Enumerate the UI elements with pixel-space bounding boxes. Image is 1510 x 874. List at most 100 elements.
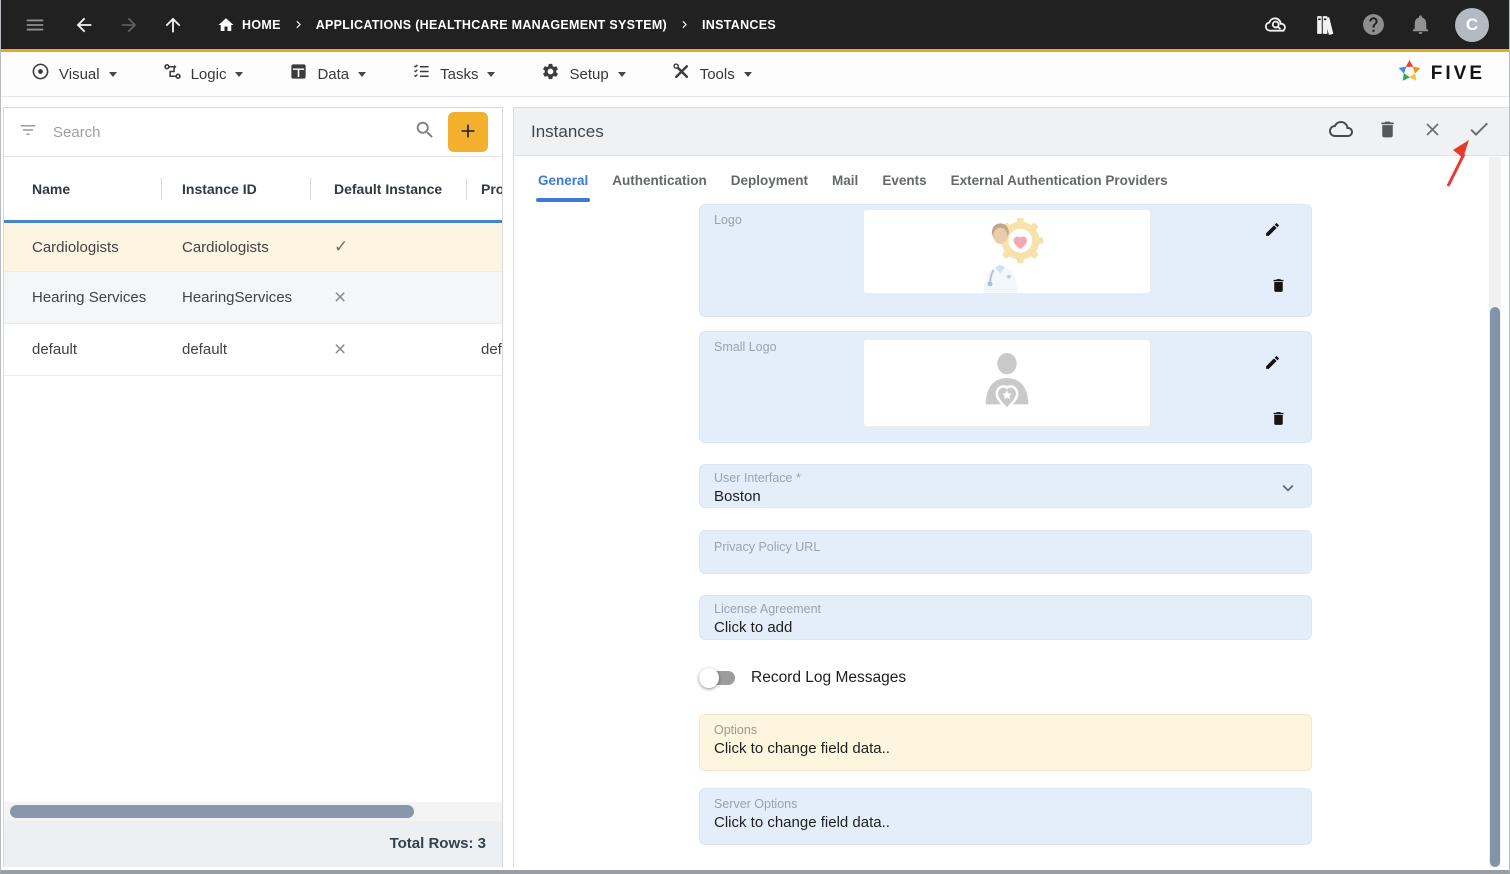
privacy-policy-url-label: Privacy Policy URL: [714, 540, 1297, 554]
user-avatar[interactable]: C: [1455, 8, 1489, 42]
up-arrow-icon[interactable]: [162, 14, 184, 36]
record-log-messages-label: Record Log Messages: [751, 669, 906, 687]
tab-content: Logo: [514, 204, 1509, 867]
detail-tabs: General Authentication Deployment Mail E…: [514, 156, 1509, 204]
help-icon[interactable]: [1361, 12, 1386, 37]
server-options-label: Server Options: [714, 797, 1297, 811]
close-icon[interactable]: [1422, 119, 1443, 145]
search-icon[interactable]: [414, 119, 436, 146]
dropdown-caret-icon: [109, 72, 117, 77]
row-name: Hearing Services: [32, 289, 182, 306]
logo-field-label: Logo: [714, 213, 742, 227]
dropdown-caret-icon: [487, 72, 495, 77]
five-brand: FIVE: [1396, 58, 1485, 90]
filter-icon[interactable]: [18, 120, 38, 145]
menu-tools-label: Tools: [700, 66, 735, 83]
column-divider: [161, 178, 162, 200]
record-log-messages-toggle[interactable]: [699, 668, 735, 688]
options-label: Options: [714, 723, 1297, 737]
plus-icon: [457, 120, 479, 145]
delete-logo-icon[interactable]: [1270, 277, 1287, 299]
tab-external-auth-providers[interactable]: External Authentication Providers: [939, 156, 1180, 204]
cloud-search-icon[interactable]: [1263, 11, 1290, 38]
row-instance-id: Cardiologists: [182, 239, 334, 256]
menu-icon[interactable]: [24, 14, 46, 36]
notifications-bell-icon[interactable]: [1409, 13, 1432, 36]
vertical-scrollbar[interactable]: [1489, 157, 1501, 867]
menu-logic[interactable]: Logic: [163, 62, 244, 86]
server-options-field[interactable]: Server Options Click to change field dat…: [699, 788, 1312, 845]
person-heart-logo-image: [973, 351, 1041, 415]
breadcrumb-applications[interactable]: APPLICATIONS (HEALTHCARE MANAGEMENT SYST…: [316, 18, 667, 32]
menu-data-label: Data: [317, 66, 349, 83]
logo-image-preview[interactable]: [863, 209, 1151, 294]
options-field[interactable]: Options Click to change field data..: [699, 714, 1312, 771]
table-row[interactable]: default default × defa: [4, 324, 502, 376]
column-header-prod[interactable]: Pro: [481, 181, 502, 197]
column-header-instance-id[interactable]: Instance ID: [182, 181, 334, 197]
table-header: Name Instance ID Default Instance Pro: [4, 157, 502, 220]
tools-icon: [672, 62, 691, 86]
menu-bar: Visual Logic Data Tasks Setup Tools: [1, 52, 1509, 97]
user-interface-select[interactable]: User Interface * Boston: [699, 464, 1312, 508]
column-header-default-instance[interactable]: Default Instance: [334, 181, 481, 197]
menu-setup[interactable]: Setup: [541, 62, 625, 86]
user-interface-value: Boston: [714, 488, 1297, 505]
menu-tasks[interactable]: Tasks: [412, 62, 495, 86]
vertical-scrollbar-thumb[interactable]: [1490, 307, 1500, 867]
license-agreement-field[interactable]: License Agreement Click to add: [699, 595, 1312, 640]
row-instance-id: default: [182, 341, 334, 358]
logo-field: Logo: [699, 204, 1312, 317]
panel-title: Instances: [531, 122, 604, 142]
save-check-icon[interactable]: [1467, 117, 1491, 146]
license-agreement-label: License Agreement: [714, 602, 1297, 616]
dropdown-caret-icon: [235, 72, 243, 77]
small-logo-image-preview[interactable]: [863, 339, 1151, 427]
chevron-right-icon: [677, 17, 692, 32]
cross-icon: ×: [334, 287, 481, 308]
server-options-value: Click to change field data..: [714, 814, 1297, 831]
menu-tools[interactable]: Tools: [672, 62, 752, 86]
small-logo-field-label: Small Logo: [714, 340, 777, 354]
library-books-icon[interactable]: [1313, 12, 1338, 37]
horizontal-scrollbar[interactable]: [4, 802, 502, 821]
breadcrumb-home[interactable]: HOME: [217, 16, 281, 34]
home-icon: [217, 16, 235, 34]
row-name: default: [32, 341, 182, 358]
logic-icon: [163, 62, 182, 86]
forward-arrow-icon[interactable]: [118, 14, 140, 36]
column-divider: [310, 178, 311, 200]
privacy-policy-url-field[interactable]: Privacy Policy URL: [699, 530, 1312, 574]
edit-small-logo-icon[interactable]: [1264, 354, 1281, 376]
column-header-name[interactable]: Name: [32, 181, 182, 197]
table-row[interactable]: Cardiologists Cardiologists ✓: [4, 220, 502, 272]
row-instance-id: HearingServices: [182, 289, 334, 306]
tab-events[interactable]: Events: [870, 156, 938, 204]
horizontal-scrollbar-thumb[interactable]: [10, 805, 414, 818]
menu-setup-label: Setup: [569, 66, 608, 83]
add-instance-button[interactable]: [448, 112, 488, 152]
menu-visual[interactable]: Visual: [31, 62, 117, 86]
app-window: HOME APPLICATIONS (HEALTHCARE MANAGEMENT…: [0, 0, 1510, 874]
search-input[interactable]: [53, 124, 414, 141]
instance-detail-panel: Instances: [513, 107, 1509, 867]
tab-deployment[interactable]: Deployment: [719, 156, 820, 204]
row-extra: defa: [481, 341, 502, 358]
edit-logo-icon[interactable]: [1264, 221, 1281, 243]
delete-small-logo-icon[interactable]: [1270, 410, 1287, 432]
chevron-right-icon: [291, 17, 306, 32]
tab-mail[interactable]: Mail: [820, 156, 870, 204]
options-value: Click to change field data..: [714, 740, 1297, 757]
chevron-down-icon: [1277, 477, 1299, 504]
menu-visual-label: Visual: [59, 66, 100, 83]
dropdown-caret-icon: [618, 72, 626, 77]
menu-data[interactable]: Data: [289, 62, 366, 86]
back-arrow-icon[interactable]: [73, 14, 95, 36]
delete-icon[interactable]: [1377, 119, 1398, 145]
cloud-icon[interactable]: [1329, 117, 1353, 146]
top-navigation-bar: HOME APPLICATIONS (HEALTHCARE MANAGEMENT…: [1, 0, 1509, 52]
breadcrumb-instances: INSTANCES: [702, 18, 776, 32]
tab-authentication[interactable]: Authentication: [600, 156, 719, 204]
table-row[interactable]: Hearing Services HearingServices ×: [4, 272, 502, 324]
tab-general[interactable]: General: [526, 156, 600, 204]
